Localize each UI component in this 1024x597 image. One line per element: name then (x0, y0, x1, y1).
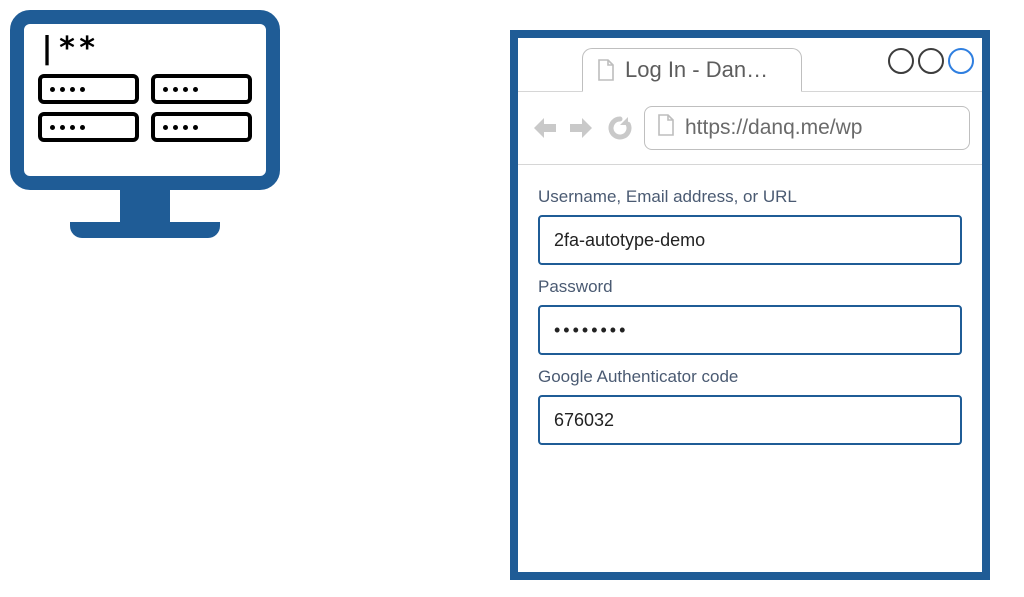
monitor-stand (120, 190, 170, 222)
window-controls (888, 48, 974, 74)
password-input[interactable] (538, 305, 962, 355)
authenticator-code-input[interactable] (538, 395, 962, 445)
monitor-screen: |** (10, 10, 280, 190)
tab-title: Log In - Dan… (625, 57, 768, 83)
password-entries-grid (38, 74, 252, 142)
password-entry (151, 112, 252, 142)
tab-bar: Log In - Dan… (518, 38, 982, 92)
document-icon (597, 59, 615, 81)
masked-text: |** (38, 34, 252, 64)
back-icon[interactable] (530, 114, 560, 142)
authenticator-code-label: Google Authenticator code (538, 367, 962, 387)
password-label: Password (538, 277, 962, 297)
window-control-dot[interactable] (948, 48, 974, 74)
window-control-dot[interactable] (918, 48, 944, 74)
forward-icon[interactable] (566, 114, 596, 142)
browser-window: Log In - Dan… (510, 30, 990, 580)
password-entry (151, 74, 252, 104)
url-text: https://danq.me/wp (685, 116, 862, 140)
monitor-base (70, 222, 220, 238)
password-entry (38, 112, 139, 142)
password-entry (38, 74, 139, 104)
username-input[interactable] (538, 215, 962, 265)
window-control-dot[interactable] (888, 48, 914, 74)
refresh-icon[interactable] (606, 114, 634, 142)
username-label: Username, Email address, or URL (538, 187, 962, 207)
document-icon (657, 114, 675, 142)
login-form: Username, Email address, or URL Password… (518, 165, 982, 455)
browser-toolbar: https://danq.me/wp (518, 92, 982, 165)
address-bar[interactable]: https://danq.me/wp (644, 106, 970, 150)
password-manager-illustration: |** (10, 10, 280, 238)
browser-tab[interactable]: Log In - Dan… (582, 48, 802, 92)
